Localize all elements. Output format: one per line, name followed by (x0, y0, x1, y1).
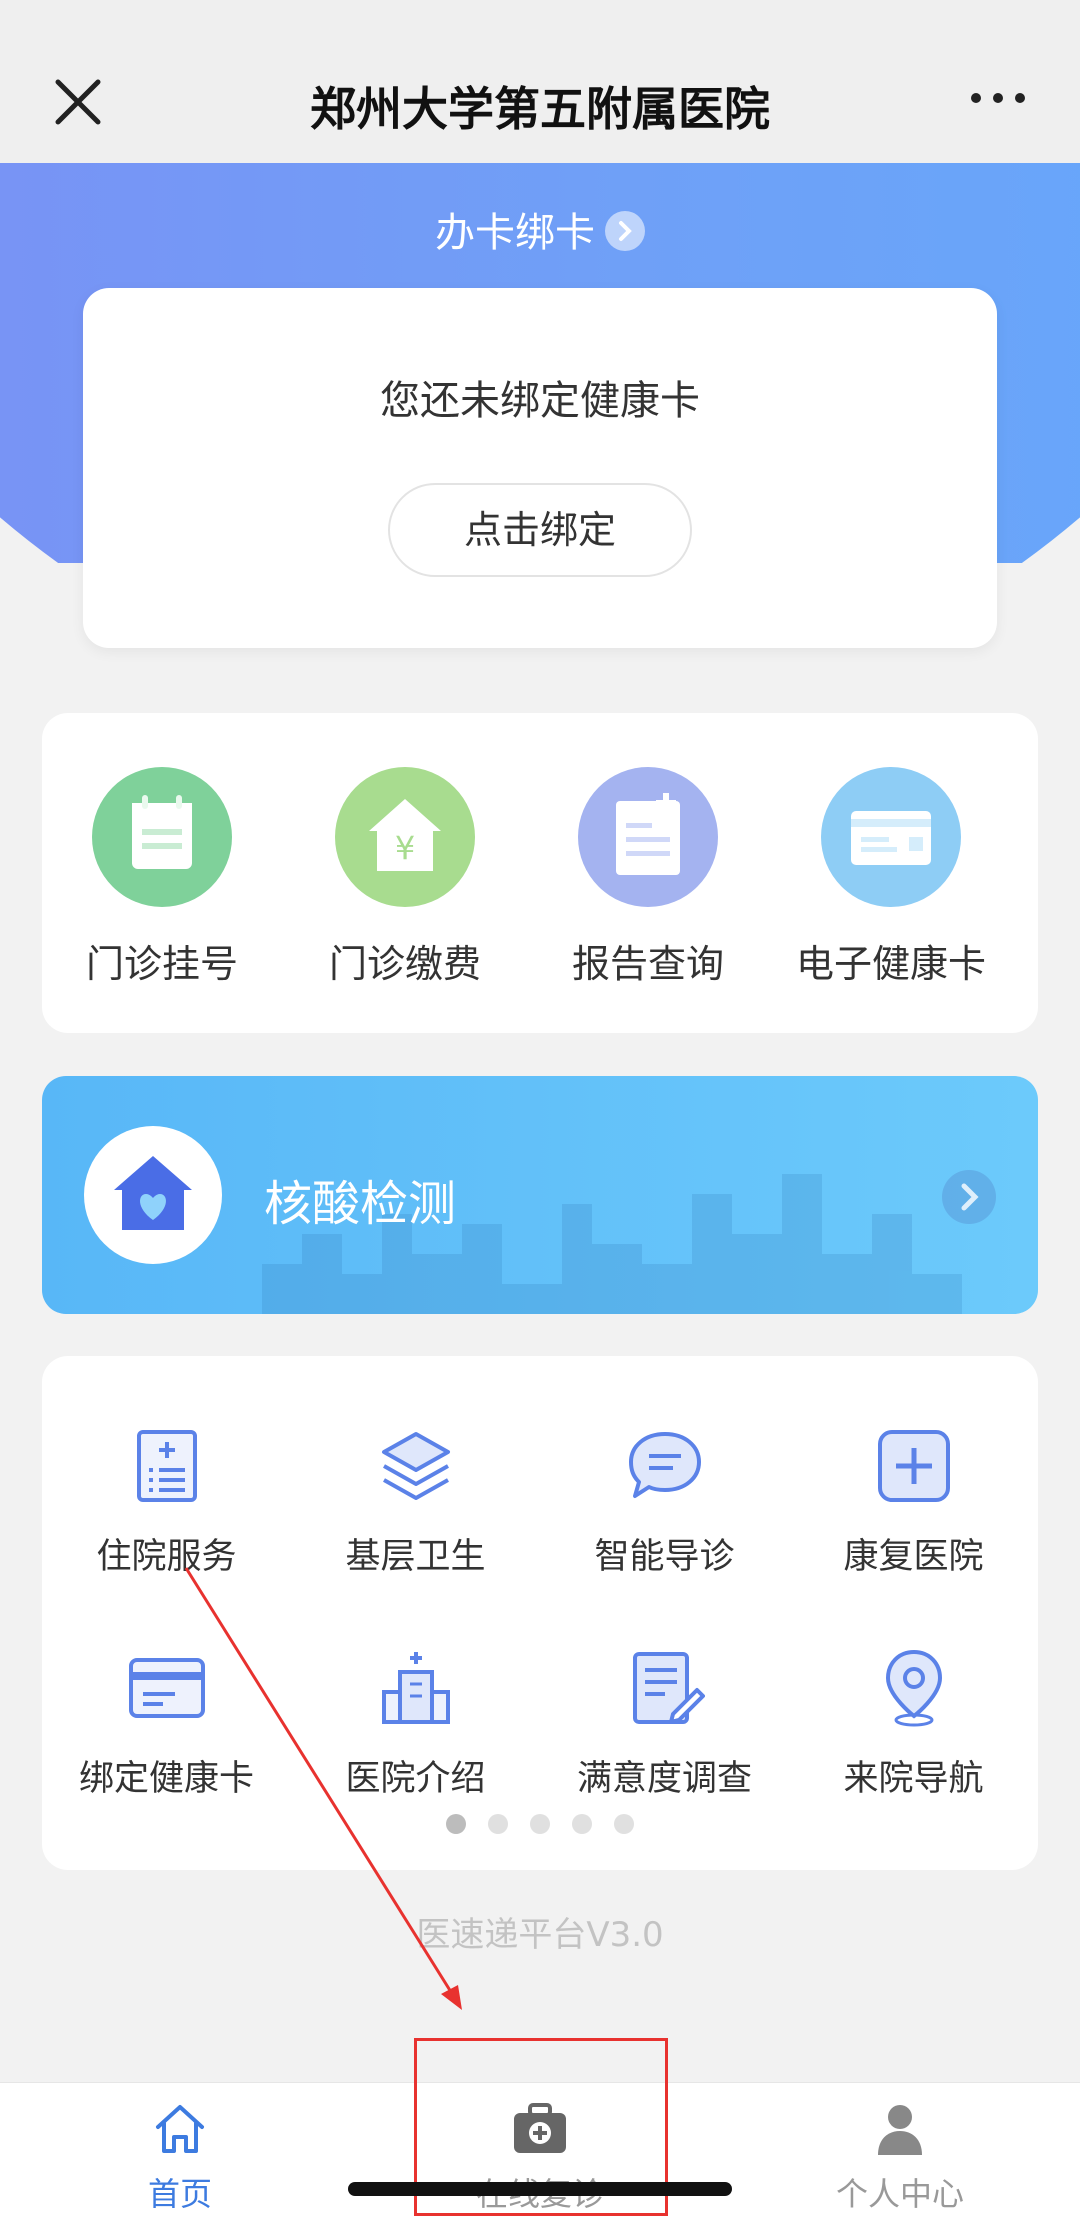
card-icon (821, 767, 961, 907)
service-label: 医院介绍 (345, 1759, 486, 1799)
platform-version-footer: 医速递平台V3.0 (416, 1915, 664, 1955)
tab-label: 个人中心 (835, 2175, 964, 2213)
pagination-dot[interactable] (488, 1814, 508, 1834)
service-rehab-hospital[interactable]: 康复医院 (789, 1426, 1038, 1579)
card-binding-label: 办卡绑卡 (435, 210, 595, 256)
service-smart-guide[interactable]: 智能导诊 (540, 1426, 789, 1579)
tab-home[interactable]: 首页 (80, 2099, 280, 2215)
quick-action-health-card[interactable]: 电子健康卡 (771, 767, 1011, 988)
service-label: 满意度调查 (576, 1759, 752, 1799)
clipboard-plus-icon (136, 1430, 197, 1502)
service-label: 智能导诊 (594, 1537, 735, 1577)
quick-action-label: 报告查询 (571, 942, 724, 986)
top-bar: 郑州大学第五附属医院 (0, 0, 1080, 163)
service-primary-care[interactable]: 基层卫生 (291, 1426, 540, 1579)
tab-personal-center[interactable]: 个人中心 (800, 2099, 1000, 2215)
quick-action-label: 门诊缴费 (328, 942, 481, 986)
home-icon (156, 2105, 204, 2153)
hospital-icon (381, 1652, 450, 1724)
bind-button[interactable]: 点击绑定 (388, 483, 692, 577)
layers-icon (381, 1432, 450, 1500)
service-label: 康复医院 (843, 1537, 984, 1577)
user-icon (878, 2105, 922, 2155)
quick-action-payment[interactable]: ¥ 门诊缴费 (285, 767, 525, 988)
quick-action-report[interactable]: 报告查询 (528, 767, 768, 988)
covid-test-banner[interactable]: 核酸检测 (42, 1076, 1038, 1314)
survey-icon (632, 1652, 705, 1724)
plus-square-icon (877, 1430, 950, 1502)
home-indicator[interactable] (348, 2182, 732, 2196)
pagination-dots (42, 1814, 1038, 1838)
services-panel: 住院服务 基层卫生 智能导诊 康复医院 绑定健康卡 医院介绍 满意度调查 来院导… (42, 1356, 1038, 1870)
bind-card-message: 您还未绑定健康卡 (380, 378, 700, 424)
pagination-dot[interactable] (614, 1814, 634, 1834)
tab-label: 首页 (147, 2175, 212, 2213)
service-label: 来院导航 (843, 1759, 984, 1799)
svg-text:¥: ¥ (395, 829, 415, 867)
service-bind-card[interactable]: 绑定健康卡 (42, 1648, 291, 1801)
chat-icon (628, 1432, 701, 1498)
pagination-dot[interactable] (572, 1814, 592, 1834)
service-satisfaction-survey[interactable]: 满意度调查 (540, 1648, 789, 1801)
service-hospital-navigation[interactable]: 来院导航 (789, 1648, 1038, 1801)
report-icon (578, 767, 718, 907)
yuan-house-icon: ¥ (335, 767, 475, 907)
service-label: 住院服务 (96, 1537, 237, 1577)
quick-actions-panel: 门诊挂号 ¥ 门诊缴费 报告查询 电子健康卡 (42, 713, 1038, 1033)
chevron-right-icon (942, 1170, 996, 1224)
service-label: 绑定健康卡 (78, 1759, 254, 1799)
service-inpatient[interactable]: 住院服务 (42, 1426, 291, 1579)
more-icon[interactable] (968, 88, 1028, 108)
chevron-right-icon (605, 211, 645, 251)
quick-action-label: 电子健康卡 (795, 942, 986, 986)
heart-house-icon (84, 1126, 222, 1264)
quick-action-registration[interactable]: 门诊挂号 (42, 767, 282, 988)
service-hospital-intro[interactable]: 医院介绍 (291, 1648, 540, 1801)
card-binding-link[interactable]: 办卡绑卡 (0, 200, 1080, 258)
quick-action-label: 门诊挂号 (85, 942, 238, 986)
calendar-icon (92, 767, 232, 907)
pagination-dot[interactable] (446, 1814, 466, 1834)
page-title: 郑州大学第五附属医院 (310, 82, 770, 136)
pagination-dot[interactable] (530, 1814, 550, 1834)
covid-test-label: 核酸检测 (264, 1176, 457, 1232)
bind-card-panel: 您还未绑定健康卡 点击绑定 (83, 288, 997, 648)
credit-card-icon (128, 1658, 205, 1718)
service-label: 基层卫生 (345, 1537, 486, 1577)
location-pin-icon (885, 1649, 942, 1727)
